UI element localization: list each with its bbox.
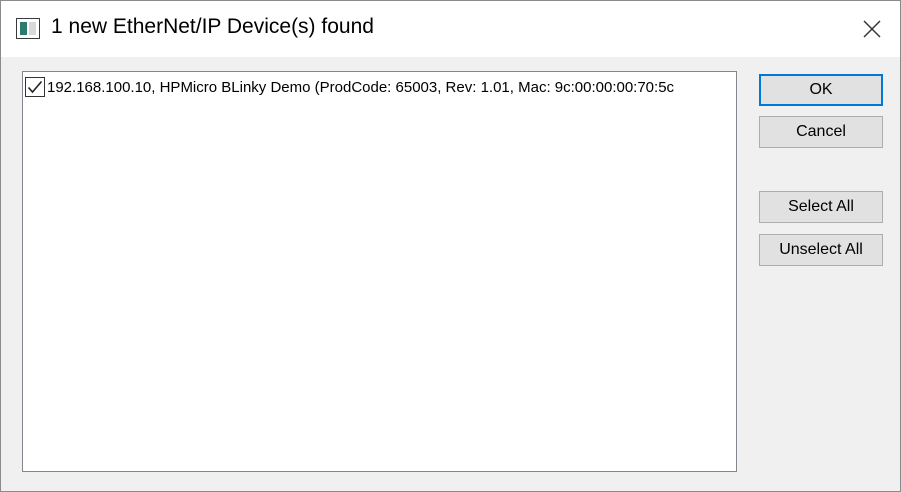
ok-button[interactable]: OK bbox=[759, 74, 883, 106]
unselect-all-button[interactable]: Unselect All bbox=[759, 234, 883, 266]
select-all-button[interactable]: Select All bbox=[759, 191, 883, 223]
cancel-button[interactable]: Cancel bbox=[759, 116, 883, 148]
device-checkbox[interactable] bbox=[25, 77, 45, 97]
dialog-title: 1 new EtherNet/IP Device(s) found bbox=[51, 15, 374, 38]
title-bar: 1 new EtherNet/IP Device(s) found bbox=[1, 1, 900, 57]
device-label: 192.168.100.10, HPMicro BLinky Demo (Pro… bbox=[47, 78, 675, 96]
list-item[interactable]: 192.168.100.10, HPMicro BLinky Demo (Pro… bbox=[25, 76, 734, 98]
close-icon bbox=[863, 20, 881, 38]
icon-pane-left bbox=[20, 22, 27, 35]
close-button[interactable] bbox=[849, 9, 895, 49]
window-app-icon bbox=[16, 18, 40, 39]
device-listbox[interactable]: 192.168.100.10, HPMicro BLinky Demo (Pro… bbox=[22, 71, 737, 472]
icon-pane-right bbox=[29, 22, 36, 35]
new-devices-dialog: 1 new EtherNet/IP Device(s) found 192.16… bbox=[0, 0, 901, 492]
checkmark-icon bbox=[27, 80, 43, 94]
